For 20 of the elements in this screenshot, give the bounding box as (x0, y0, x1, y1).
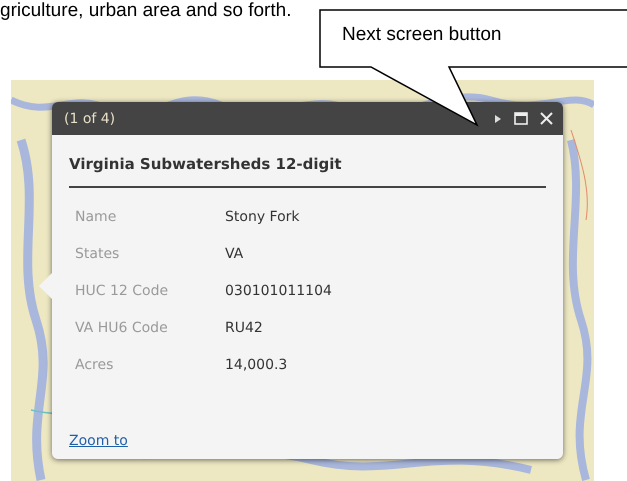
field-label: States (69, 235, 225, 272)
callout-text: Next screen button (342, 24, 502, 46)
zoom-to-link[interactable]: Zoom to (69, 433, 128, 449)
triangle-icon (494, 114, 502, 124)
close-button[interactable] (538, 110, 555, 127)
maximize-icon (514, 112, 528, 125)
field-label: HUC 12 Code (74, 282, 170, 300)
field-label: Name (74, 208, 118, 226)
page-counter: (1 of 4) (64, 110, 116, 126)
field-value: Stony Fork (225, 208, 301, 226)
close-icon (540, 112, 553, 125)
field-label: VA HU6 Code (74, 318, 169, 338)
field-label: Acres (74, 356, 114, 374)
maximize-button[interactable] (512, 110, 530, 127)
popup-title: Virginia Subwatersheds 12-digit (69, 155, 546, 188)
field-value: VA (225, 244, 244, 264)
field-value: 030101011104 (225, 282, 332, 300)
field-value: 14,000.3 (225, 356, 288, 374)
field-value: RU42 (225, 318, 264, 338)
document-text: griculture, urban area and so forth. (0, 0, 293, 22)
